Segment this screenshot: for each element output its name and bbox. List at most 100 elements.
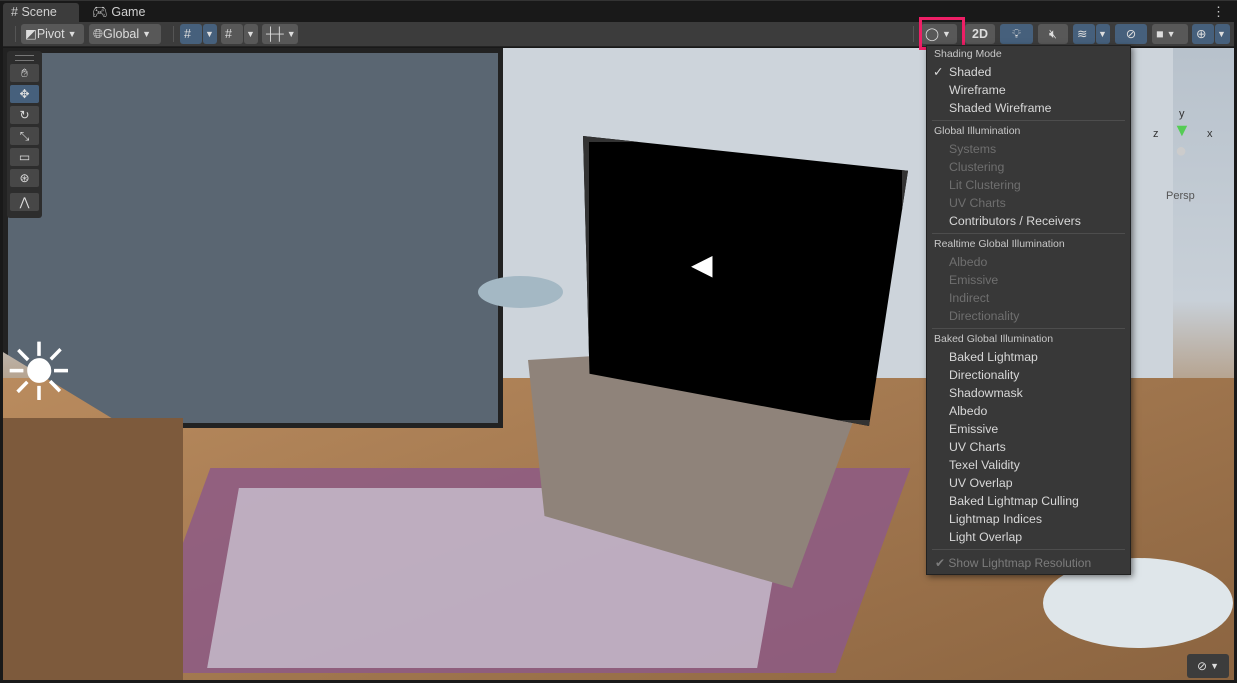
gizmo-sphere-icon: ⊕ bbox=[1196, 27, 1207, 41]
stool bbox=[478, 276, 563, 308]
tools-overlay: ✋︎ ✥ ↻ ⤡ ▭ ⊛ ⋀ bbox=[7, 51, 42, 218]
menu-separator bbox=[932, 233, 1125, 234]
rotate-icon: ↻ bbox=[19, 108, 30, 122]
rotate-tool[interactable]: ↻ bbox=[10, 106, 39, 124]
menu-item-label: Lit Clustering bbox=[949, 178, 1021, 192]
grid-snap-dropdown[interactable]: ▼ bbox=[203, 24, 217, 44]
menu-item-label: Albedo bbox=[949, 255, 988, 269]
more-options-icon[interactable]: ⋮ bbox=[1212, 4, 1225, 20]
menu-item[interactable]: UV Charts bbox=[927, 438, 1130, 456]
grid-icon: # bbox=[11, 5, 18, 19]
menu-item: Indirect bbox=[927, 289, 1130, 307]
menu-item: Directionality bbox=[927, 307, 1130, 325]
scene-visibility-toggle[interactable]: ⊘ bbox=[1115, 24, 1147, 44]
chair bbox=[3, 418, 183, 680]
menu-item-label: Wireframe bbox=[949, 83, 1006, 97]
grid-snap-toggle[interactable]: # bbox=[180, 24, 202, 44]
gizmos-dropdown[interactable]: ▼ bbox=[1215, 24, 1230, 44]
move-tool[interactable]: ✥ bbox=[10, 85, 39, 103]
perspective-label[interactable]: Persp bbox=[1166, 190, 1195, 202]
menu-item-label: Directionality bbox=[949, 368, 1020, 382]
scale-icon: ⤡ bbox=[19, 129, 30, 143]
lightbulb-icon: 💡︎ bbox=[1012, 27, 1021, 41]
menu-item-label: Emissive bbox=[949, 273, 999, 287]
menu-section-header: Baked Global Illumination bbox=[934, 333, 1054, 345]
menu-separator bbox=[932, 120, 1125, 121]
scale-tool[interactable]: ⤡ bbox=[10, 127, 39, 145]
custom-tool[interactable]: ⋀ bbox=[10, 193, 39, 211]
menu-item-label: Directionality bbox=[949, 309, 1020, 323]
scene-toolbar: ◩Pivot ▼ 🌐︎Global ▼ # ▼ # ▼ ┼┼ ▼ ◯ ▼ 2D 💡︎ 🔇… bbox=[3, 22, 1234, 47]
audio-mute-icon: 🔇︎ bbox=[1049, 27, 1057, 41]
ruler-dropdown[interactable]: ┼┼ ▼ bbox=[262, 24, 298, 44]
tab-bar: # Scene 🎮︎ Game ⋮ bbox=[0, 0, 1237, 23]
menu-item-label: Lightmap Indices bbox=[949, 512, 1042, 526]
menu-item[interactable]: Directionality bbox=[927, 366, 1130, 384]
menu-item-label: Shaded Wireframe bbox=[949, 101, 1052, 115]
menu-section-header: Realtime Global Illumination bbox=[934, 238, 1065, 250]
menu-item-label: Emissive bbox=[949, 422, 999, 436]
menu-section-header: Global Illumination bbox=[934, 125, 1021, 137]
camera-dropdown[interactable]: ■ ▼ bbox=[1152, 24, 1188, 44]
menu-item[interactable]: Shaded Wireframe bbox=[927, 99, 1130, 117]
move-icon: ✥ bbox=[19, 87, 30, 101]
menu-item[interactable]: Albedo bbox=[927, 402, 1130, 420]
menu-item-label: Texel Validity bbox=[949, 458, 1020, 472]
menu-item[interactable]: Emissive bbox=[927, 420, 1130, 438]
menu-item[interactable]: Shadowmask bbox=[927, 384, 1130, 402]
show-lightmap-resolution-toggle: ✔ Show Lightmap Resolution bbox=[927, 552, 1130, 574]
menu-item-label: Baked Lightmap Culling bbox=[949, 494, 1079, 508]
rect-tool[interactable]: ▭ bbox=[10, 148, 39, 166]
menu-item: Albedo bbox=[927, 253, 1130, 271]
light-gizmo-icon: ☀ bbox=[3, 328, 75, 417]
menu-item[interactable]: Baked Lightmap Culling bbox=[927, 492, 1130, 510]
menu-item: Clustering bbox=[927, 158, 1130, 176]
menu-item[interactable]: Contributors / Receivers bbox=[927, 212, 1130, 230]
pivot-icon: ◩ bbox=[25, 27, 37, 41]
menu-item-label: UV Overlap bbox=[949, 476, 1013, 490]
hand-tool[interactable]: ✋︎ bbox=[10, 64, 39, 82]
menu-item: Emissive bbox=[927, 271, 1130, 289]
2d-toggle[interactable]: 2D bbox=[965, 24, 995, 44]
menu-item[interactable]: Wireframe bbox=[927, 81, 1130, 99]
ruler-icon: ┼┼ bbox=[266, 27, 284, 41]
rect-icon: ▭ bbox=[18, 150, 31, 164]
effects-icon: ≋ bbox=[1077, 27, 1088, 41]
menu-item[interactable]: Baked Lightmap bbox=[927, 348, 1130, 366]
gamepad-icon: 🎮︎ bbox=[92, 5, 108, 19]
gizmos-toggle[interactable]: ⊕ bbox=[1192, 24, 1214, 44]
menu-item-label: Albedo bbox=[949, 404, 988, 418]
menu-separator bbox=[932, 328, 1125, 329]
menu-item: Systems bbox=[927, 140, 1130, 158]
lighting-toggle[interactable]: 💡︎ bbox=[1000, 24, 1033, 44]
transform-icon: ⊛ bbox=[19, 171, 30, 185]
effects-toggle[interactable]: ≋ bbox=[1073, 24, 1095, 44]
menu-item-label: Contributors / Receivers bbox=[949, 214, 1081, 228]
menu-item[interactable]: Light Overlap bbox=[927, 528, 1130, 546]
menu-item-label: Shaded bbox=[949, 65, 992, 79]
checkbox-icon: ✔ bbox=[935, 556, 946, 570]
increment-snap-toggle[interactable]: # bbox=[221, 24, 243, 44]
menu-item[interactable]: Lightmap Indices bbox=[927, 510, 1130, 528]
transform-tool[interactable]: ⊛ bbox=[10, 169, 39, 187]
menu-section-header: Shading Mode bbox=[934, 48, 1002, 60]
camera-icon: ■ bbox=[1156, 27, 1164, 41]
menu-item[interactable]: Texel Validity bbox=[927, 456, 1130, 474]
menu-item-label: Light Overlap bbox=[949, 530, 1023, 544]
menu-item[interactable]: UV Overlap bbox=[927, 474, 1130, 492]
globe-icon: 🌐︎ bbox=[93, 27, 104, 41]
tab-scene[interactable]: # Scene bbox=[3, 3, 79, 23]
increment-snap-dropdown[interactable]: ▼ bbox=[244, 24, 258, 44]
orientation-gizmo[interactable]: y x z ▼ ● bbox=[1143, 108, 1223, 198]
audio-toggle[interactable]: 🔇︎ bbox=[1038, 24, 1068, 44]
menu-item-label: UV Charts bbox=[949, 196, 1006, 210]
pivot-dropdown[interactable]: ◩Pivot ▼ bbox=[21, 24, 84, 44]
compass-icon: ⊘ bbox=[1197, 659, 1208, 673]
camera-navigation-button[interactable]: ⊘ ▼ bbox=[1187, 654, 1229, 678]
menu-item[interactable]: ✓ Shaded bbox=[927, 63, 1130, 81]
menu-item-label: Shadowmask bbox=[949, 386, 1023, 400]
effects-dropdown[interactable]: ▼ bbox=[1096, 24, 1110, 44]
tab-game[interactable]: 🎮︎ Game bbox=[84, 3, 153, 23]
global-dropdown[interactable]: 🌐︎Global ▼ bbox=[89, 24, 161, 44]
window bbox=[3, 48, 503, 428]
